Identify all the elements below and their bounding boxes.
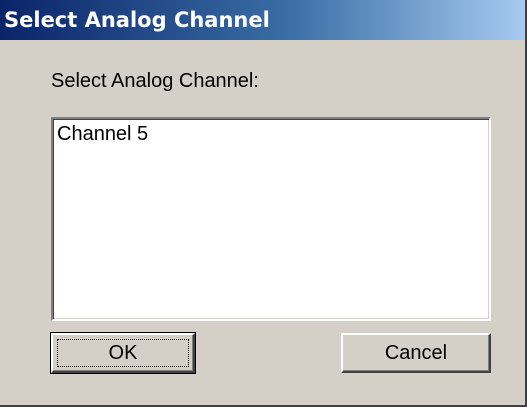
select-analog-channel-dialog: Select Analog Channel Select Analog Chan… (0, 0, 527, 407)
prompt-label: Select Analog Channel: (51, 70, 259, 92)
channel-listbox[interactable]: Channel 5 (51, 117, 491, 321)
ok-button[interactable]: OK (50, 332, 196, 374)
cancel-button-label: Cancel (384, 341, 448, 364)
focus-rectangle (57, 339, 189, 367)
dialog-title: Select Analog Channel (4, 8, 270, 32)
cancel-button[interactable]: Cancel (341, 333, 491, 373)
title-bar[interactable]: Select Analog Channel (0, 0, 525, 40)
list-item-channel-5[interactable]: Channel 5 (57, 123, 148, 146)
